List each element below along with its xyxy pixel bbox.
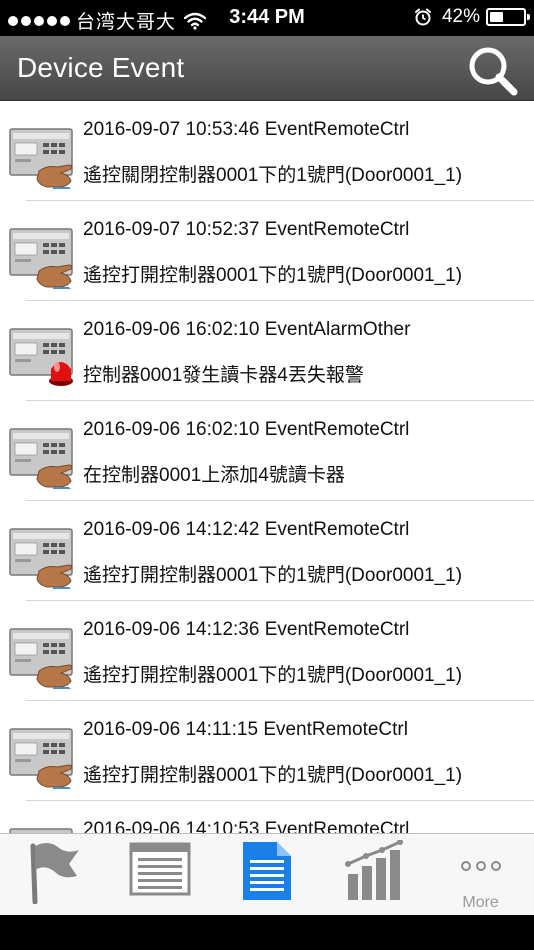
event-timestamp: 2016-09-07 10:52:37 bbox=[83, 219, 260, 240]
event-description: 遙控關閉控制器0001下的1號門(Door0001_1) bbox=[83, 165, 463, 186]
remote-control-hand-icon bbox=[9, 227, 77, 289]
event-row[interactable]: 2016-09-06 16:02:10 EventRemoteCtrl 在控制器… bbox=[0, 401, 534, 501]
event-timestamp: 2016-09-06 14:12:36 bbox=[83, 619, 260, 640]
remote-control-hand-icon bbox=[9, 527, 77, 589]
search-icon[interactable] bbox=[466, 44, 520, 98]
event-type: EventRemoteCtrl bbox=[264, 219, 410, 240]
event-row[interactable]: 2016-09-07 10:52:37 EventRemoteCtrl 遙控打開… bbox=[0, 201, 534, 301]
battery-level bbox=[490, 12, 504, 22]
event-row[interactable]: 2016-09-06 14:12:36 EventRemoteCtrl 遙控打開… bbox=[0, 601, 534, 701]
battery-icon bbox=[486, 8, 530, 26]
event-type: EventAlarmOther bbox=[264, 319, 411, 340]
more-dots-icon bbox=[460, 861, 501, 871]
home-indicator-area bbox=[0, 915, 534, 950]
status-bar: 台湾大哥大 3:44 PM 42% bbox=[0, 0, 534, 36]
event-timestamp: 2016-09-06 14:12:42 bbox=[83, 519, 260, 540]
status-right: 42% bbox=[414, 6, 530, 28]
alarm-clock-icon bbox=[414, 8, 431, 26]
event-type: EventRemoteCtrl bbox=[264, 519, 410, 540]
battery-percent: 42% bbox=[441, 6, 480, 27]
event-timestamp: 2016-09-07 10:53:46 bbox=[83, 119, 260, 140]
event-description: 遙控打開控制器0001下的1號門(Door0001_1) bbox=[83, 765, 463, 786]
tab-more-label: More bbox=[462, 894, 499, 911]
event-description: 在控制器0001上添加4號讀卡器 bbox=[83, 465, 345, 486]
list-window-icon bbox=[129, 842, 191, 896]
event-row[interactable]: 2016-09-06 16:02:10 EventAlarmOther 控制器0… bbox=[0, 301, 534, 401]
event-header: 2016-09-07 10:52:37 EventRemoteCtrl bbox=[83, 219, 409, 241]
event-row[interactable]: 2016-09-06 14:11:15 EventRemoteCtrl 遙控打開… bbox=[0, 701, 534, 801]
remote-control-hand-icon bbox=[9, 627, 77, 689]
event-header: 2016-09-06 14:11:15 EventRemoteCtrl bbox=[83, 719, 408, 741]
event-timestamp: 2016-09-06 14:11:15 bbox=[83, 719, 259, 740]
flag-icon bbox=[30, 842, 80, 904]
event-type: EventRemoteCtrl bbox=[264, 819, 410, 833]
remote-control-hand-icon bbox=[9, 127, 77, 189]
event-timestamp: 2016-09-06 14:10:53 bbox=[83, 819, 260, 833]
page-title: Device Event bbox=[17, 52, 185, 83]
tab-document[interactable] bbox=[214, 834, 321, 915]
event-description: 控制器0001發生讀卡器4丟失報警 bbox=[83, 365, 364, 386]
event-header: 2016-09-06 14:12:42 EventRemoteCtrl bbox=[83, 519, 409, 541]
event-header: 2016-09-06 14:12:36 EventRemoteCtrl bbox=[83, 619, 409, 641]
navigation-bar: Device Event bbox=[0, 36, 534, 101]
event-type: EventRemoteCtrl bbox=[264, 419, 410, 440]
event-header: 2016-09-06 16:02:10 EventAlarmOther bbox=[83, 319, 410, 341]
event-header: 2016-09-06 16:02:10 EventRemoteCtrl bbox=[83, 419, 409, 441]
event-row[interactable]: 2016-09-06 14:10:53 EventRemoteCtrl bbox=[0, 801, 534, 833]
tab-list[interactable] bbox=[107, 834, 214, 915]
remote-control-hand-icon bbox=[9, 427, 77, 489]
remote-control-hand-icon bbox=[9, 727, 77, 789]
tab-bar: More bbox=[0, 833, 534, 915]
tab-chart[interactable] bbox=[320, 834, 427, 915]
event-row[interactable]: 2016-09-07 10:53:46 EventRemoteCtrl 遙控關閉… bbox=[0, 101, 534, 201]
event-description: 遙控打開控制器0001下的1號門(Door0001_1) bbox=[83, 665, 463, 686]
alarm-siren-icon bbox=[9, 327, 77, 389]
event-timestamp: 2016-09-06 16:02:10 bbox=[83, 319, 260, 340]
event-description: 遙控打開控制器0001下的1號門(Door0001_1) bbox=[83, 265, 463, 286]
event-description: 遙控打開控制器0001下的1號門(Door0001_1) bbox=[83, 565, 463, 586]
bar-chart-icon bbox=[344, 840, 403, 900]
event-header: 2016-09-07 10:53:46 EventRemoteCtrl bbox=[83, 119, 409, 141]
tab-flag[interactable] bbox=[0, 834, 107, 915]
event-timestamp: 2016-09-06 16:02:10 bbox=[83, 419, 260, 440]
event-type: EventRemoteCtrl bbox=[264, 119, 410, 140]
event-list[interactable]: 2016-09-07 10:53:46 EventRemoteCtrl 遙控關閉… bbox=[0, 101, 534, 833]
event-type: EventRemoteCtrl bbox=[264, 619, 410, 640]
document-icon bbox=[242, 842, 291, 900]
tab-more[interactable]: More bbox=[427, 834, 534, 915]
event-header: 2016-09-06 14:10:53 EventRemoteCtrl bbox=[83, 819, 409, 833]
event-row[interactable]: 2016-09-06 14:12:42 EventRemoteCtrl 遙控打開… bbox=[0, 501, 534, 601]
event-type: EventRemoteCtrl bbox=[263, 719, 408, 740]
